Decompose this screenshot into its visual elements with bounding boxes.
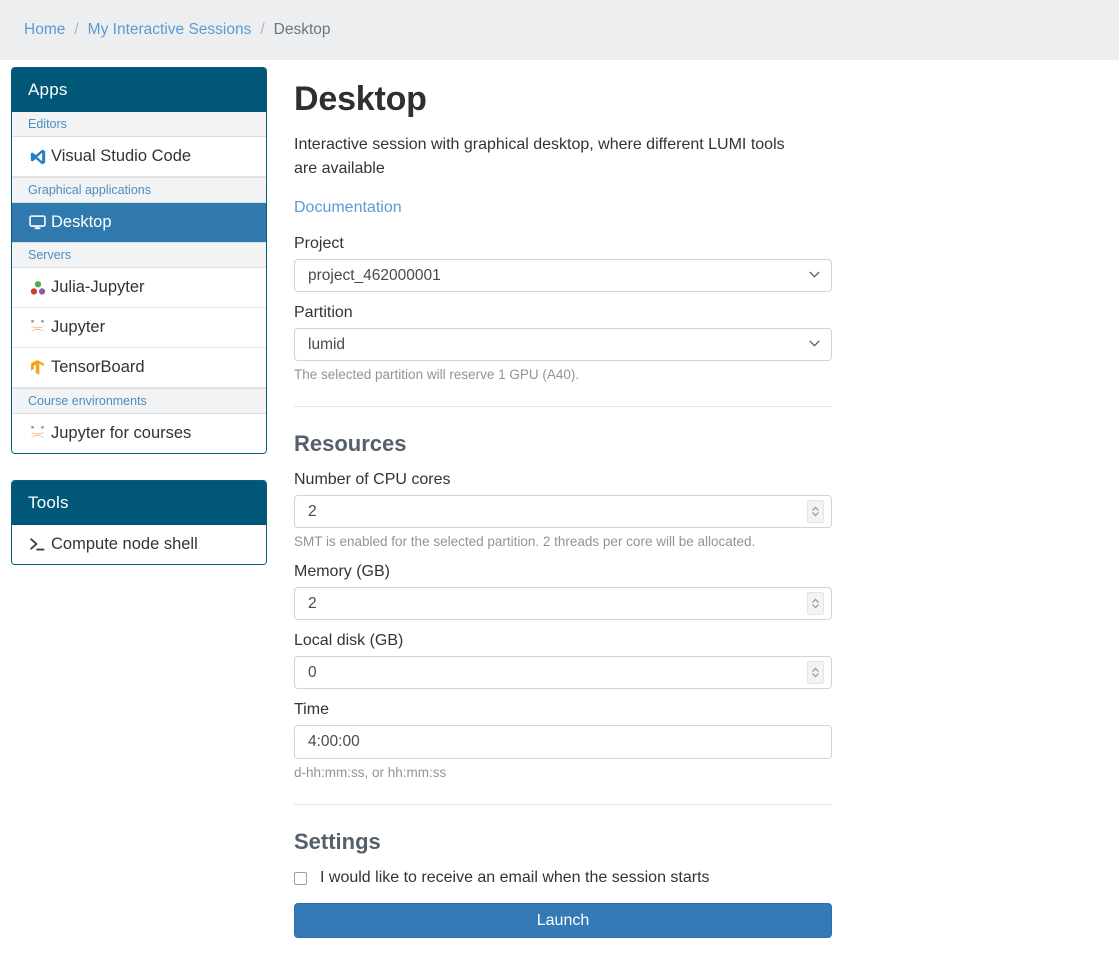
email-notification-row: I would like to receive an email when th… [294,869,854,887]
apps-section-graphical-applications: Graphical applications [12,177,266,203]
launch-button[interactable]: Launch [294,903,832,938]
breadcrumb: Home / My Interactive Sessions / Desktop [0,0,1119,60]
breadcrumb-item-desktop: Desktop [274,21,331,39]
sidebar-item-label: Jupyter [51,318,105,337]
local-disk-label: Local disk (GB) [294,632,854,650]
apps-panel-heading: Apps [12,68,266,112]
breadcrumb-item-my-interactive-sessions[interactable]: My Interactive Sessions [88,21,252,39]
sidebar-item-label: Julia-Jupyter [51,278,145,297]
resources-section-title: Resources [294,431,854,457]
sidebar-item-compute-node-shell[interactable]: Compute node shell [12,525,266,564]
chevron-down-icon [809,339,820,350]
cpu-cores-label: Number of CPU cores [294,471,854,489]
divider [294,804,832,805]
sidebar-item-visual-studio-code[interactable]: Visual Studio Code [12,137,266,177]
project-label: Project [294,235,854,253]
vscode-icon [28,147,47,166]
project-select[interactable]: project_462000001 [294,259,832,292]
main-content: Desktop Interactive session with graphic… [294,60,854,938]
sidebar-item-label: TensorBoard [51,358,145,377]
cpu-cores-stepper[interactable] [807,500,824,523]
cpu-cores-input[interactable]: 2 [294,495,832,528]
project-select-value: project_462000001 [295,267,809,285]
apps-section-servers: Servers [12,242,266,268]
apps-list: Editors Visual Studio Code Graphical app… [12,112,266,453]
apps-section-course-environments: Course environments [12,388,266,414]
time-value: 4:00:00 [295,733,831,751]
local-disk-form-group: Local disk (GB) 0 [294,632,854,689]
terminal-icon [28,535,47,554]
divider [294,406,832,407]
partition-form-group: Partition lumid The selected partition w… [294,304,854,382]
time-label: Time [294,701,854,719]
sidebar-item-jupyter-for-courses[interactable]: Jupyter for courses [12,414,266,453]
breadcrumb-item-home[interactable]: Home [24,21,65,39]
local-disk-input[interactable]: 0 [294,656,832,689]
partition-select[interactable]: lumid [294,328,832,361]
page-layout: Apps Editors Visual Studio Code Graphica… [0,60,1119,938]
cpu-cores-value: 2 [295,503,807,521]
email-notification-label[interactable]: I would like to receive an email when th… [320,869,710,887]
page-title: Desktop [294,80,854,119]
julia-icon [28,278,47,297]
documentation-link[interactable]: Documentation [294,199,402,217]
sidebar-item-label: Compute node shell [51,535,198,554]
sidebar-item-julia-jupyter[interactable]: Julia-Jupyter [12,268,266,308]
time-input[interactable]: 4:00:00 [294,725,832,759]
sidebar-item-jupyter[interactable]: Jupyter [12,308,266,348]
apps-panel: Apps Editors Visual Studio Code Graphica… [11,67,267,454]
tools-panel: Tools Compute node shell [11,480,267,565]
tools-panel-heading: Tools [12,481,266,525]
memory-label: Memory (GB) [294,563,854,581]
local-disk-stepper[interactable] [807,661,824,684]
email-notification-checkbox[interactable] [294,872,307,885]
tensorboard-icon [28,358,47,377]
monitor-icon [28,213,47,232]
memory-form-group: Memory (GB) 2 [294,563,854,620]
tools-list: Compute node shell [12,525,266,564]
breadcrumb-separator: / [260,21,264,39]
apps-section-editors: Editors [12,112,266,137]
time-help-text: d-hh:mm:ss, or hh:mm:ss [294,765,854,780]
memory-stepper[interactable] [807,592,824,615]
jupyter-icon [28,318,47,337]
partition-label: Partition [294,304,854,322]
settings-section-title: Settings [294,829,854,855]
cpu-cores-help-text: SMT is enabled for the selected partitio… [294,534,854,549]
memory-input[interactable]: 2 [294,587,832,620]
sidebar-item-label: Visual Studio Code [51,147,191,166]
page-description: Interactive session with graphical deskt… [294,133,804,181]
local-disk-value: 0 [295,664,807,682]
sidebar-item-label: Jupyter for courses [51,424,191,443]
breadcrumb-separator: / [74,21,78,39]
sidebar-item-tensorboard[interactable]: TensorBoard [12,348,266,388]
time-form-group: Time 4:00:00 d-hh:mm:ss, or hh:mm:ss [294,701,854,780]
chevron-down-icon [809,270,820,281]
sidebar-item-label: Desktop [51,213,112,232]
jupyter-icon [28,424,47,443]
partition-help-text: The selected partition will reserve 1 GP… [294,367,854,382]
sidebar: Apps Editors Visual Studio Code Graphica… [11,67,267,591]
cpu-cores-form-group: Number of CPU cores 2 SMT is enabled for… [294,471,854,549]
partition-select-value: lumid [295,336,809,354]
memory-value: 2 [295,595,807,613]
sidebar-item-desktop[interactable]: Desktop [12,203,266,242]
project-form-group: Project project_462000001 [294,235,854,292]
